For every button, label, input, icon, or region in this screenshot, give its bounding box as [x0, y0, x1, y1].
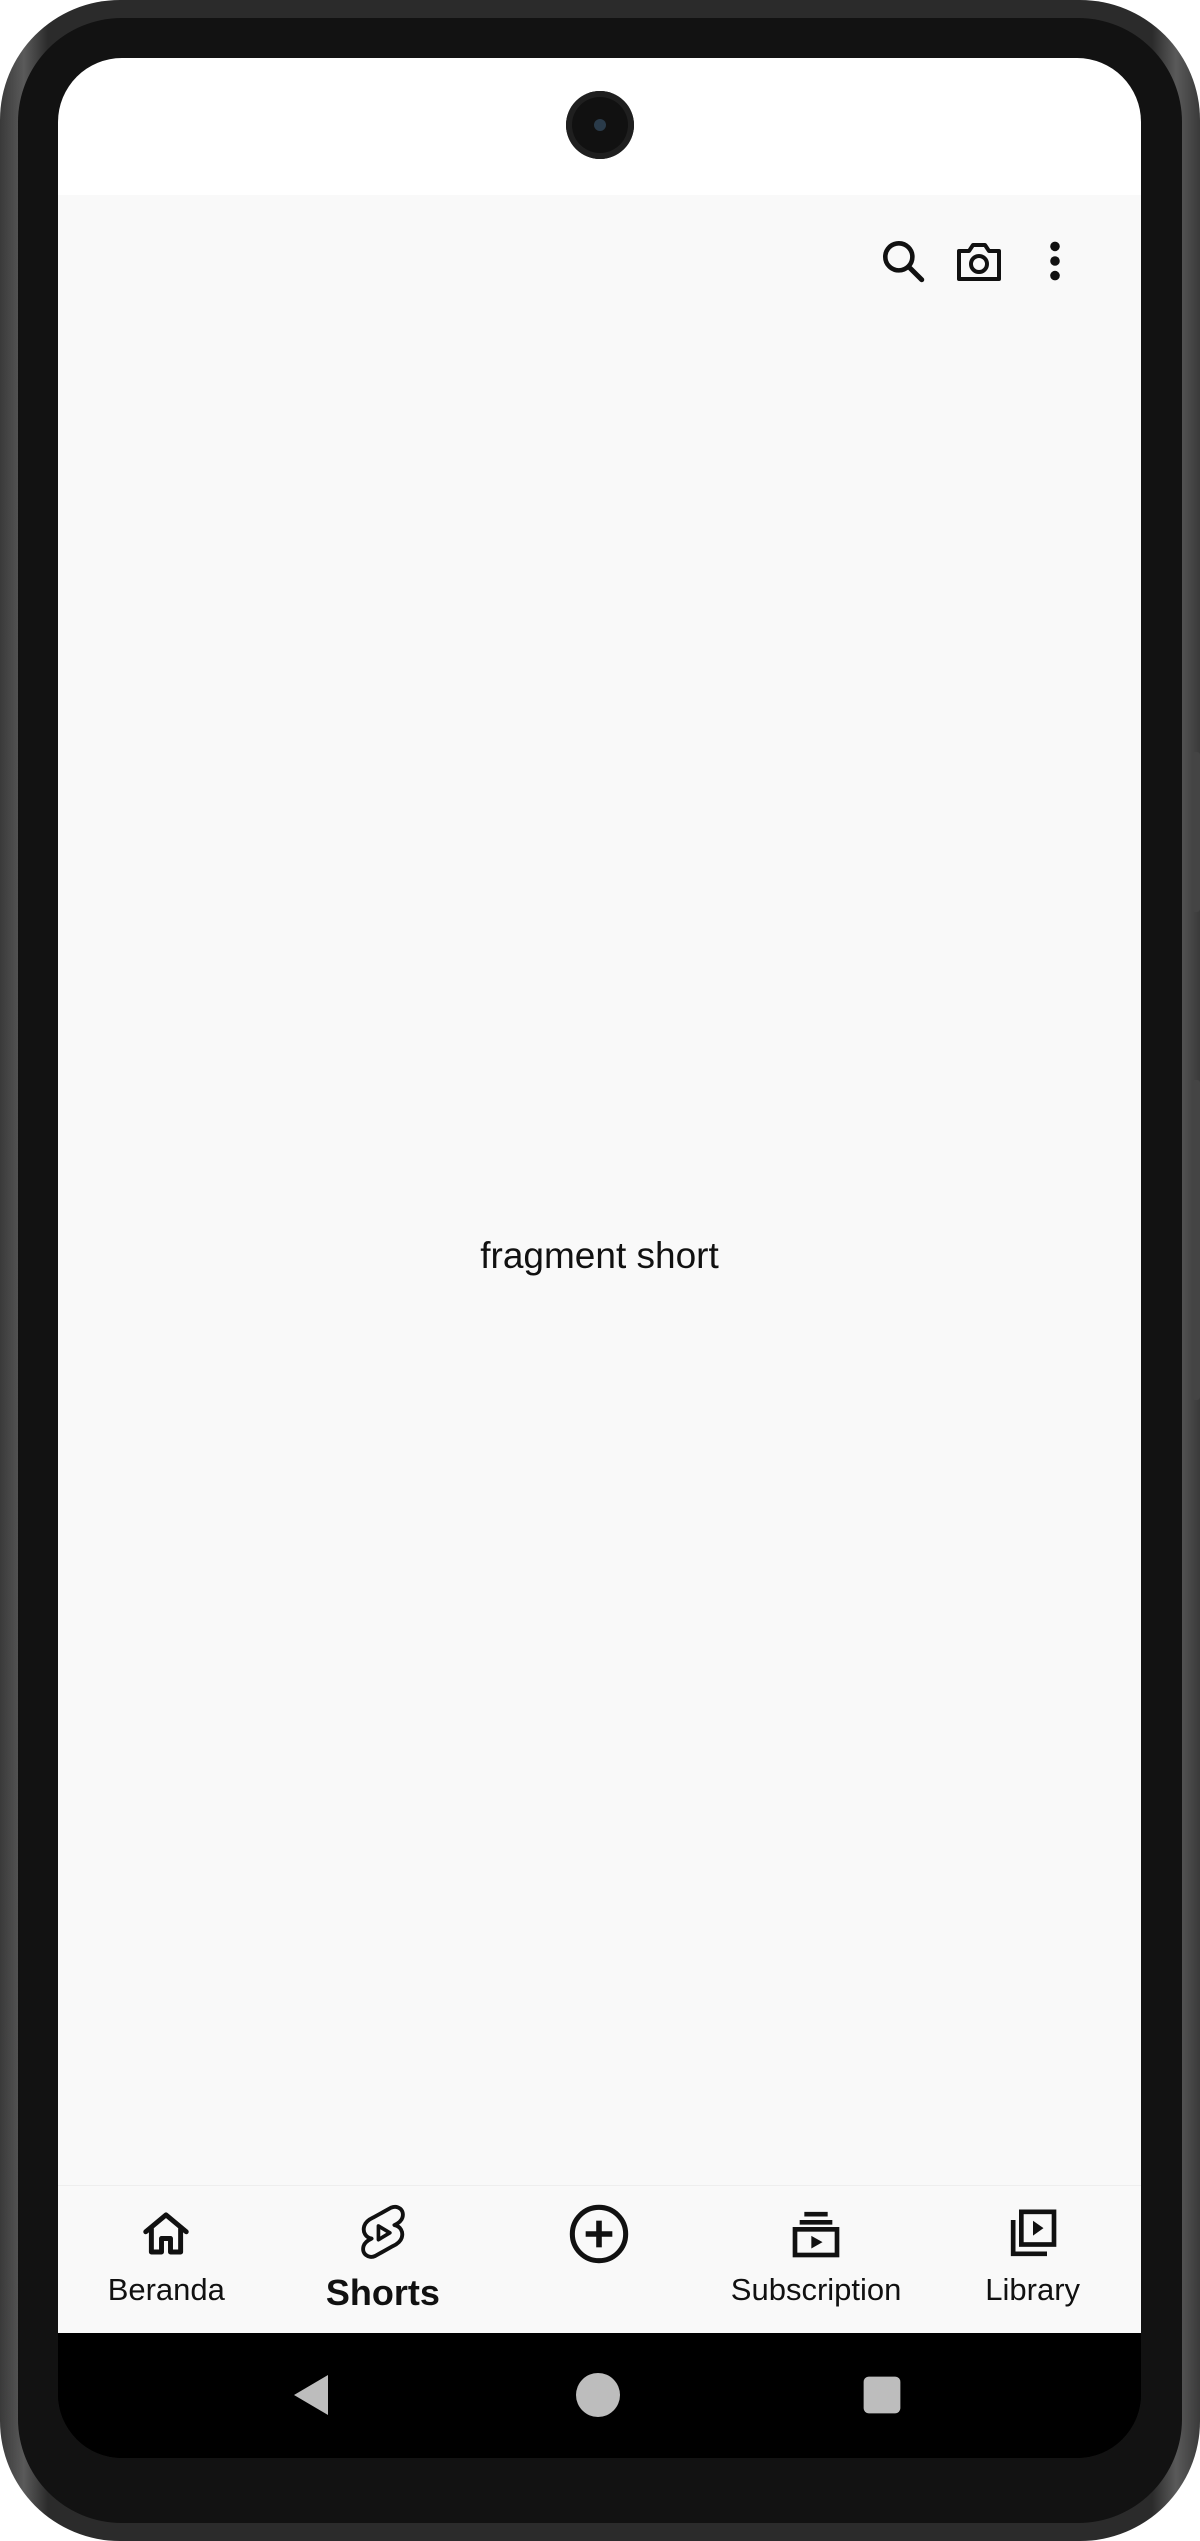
back-icon[interactable] — [286, 2371, 334, 2419]
camera-icon[interactable] — [953, 235, 1005, 287]
nav-item-subscription[interactable]: Subscription — [708, 2186, 925, 2334]
nav-label: Subscription — [730, 2272, 902, 2307]
nav-label: Shorts — [325, 2272, 440, 2313]
volume-button — [1192, 752, 1200, 912]
top-toolbar — [877, 235, 1081, 287]
system-navigation-bar — [58, 2333, 1141, 2458]
add-circle-icon — [567, 2202, 631, 2266]
power-button — [1192, 1080, 1200, 1400]
nav-item-create[interactable] — [491, 2186, 708, 2334]
front-camera — [566, 91, 634, 159]
bottom-navigation: Beranda Shorts Subscription Library — [58, 2185, 1141, 2334]
nav-label: Beranda — [107, 2272, 225, 2307]
fragment-text: fragment short — [480, 1235, 719, 1276]
recents-icon[interactable] — [858, 2371, 906, 2419]
status-bar — [58, 58, 1141, 195]
shorts-icon — [351, 2202, 415, 2266]
search-icon[interactable] — [877, 235, 929, 287]
phone-frame: fragment short Beranda Shorts Subscripti… — [0, 0, 1200, 2541]
subscriptions-icon — [784, 2202, 848, 2266]
nav-item-shorts[interactable]: Shorts — [275, 2186, 492, 2334]
screen: fragment short Beranda Shorts Subscripti… — [58, 58, 1141, 2458]
home-circle-icon[interactable] — [574, 2371, 622, 2419]
app-content: fragment short Beranda Shorts Subscripti… — [58, 195, 1141, 2334]
nav-item-library[interactable]: Library — [924, 2186, 1141, 2334]
home-icon — [134, 2202, 198, 2266]
phone-bezel: fragment short Beranda Shorts Subscripti… — [18, 18, 1182, 2523]
nav-label: Library — [985, 2272, 1081, 2307]
library-icon — [1001, 2202, 1065, 2266]
more-vert-icon[interactable] — [1029, 235, 1081, 287]
nav-item-beranda[interactable]: Beranda — [58, 2186, 275, 2334]
